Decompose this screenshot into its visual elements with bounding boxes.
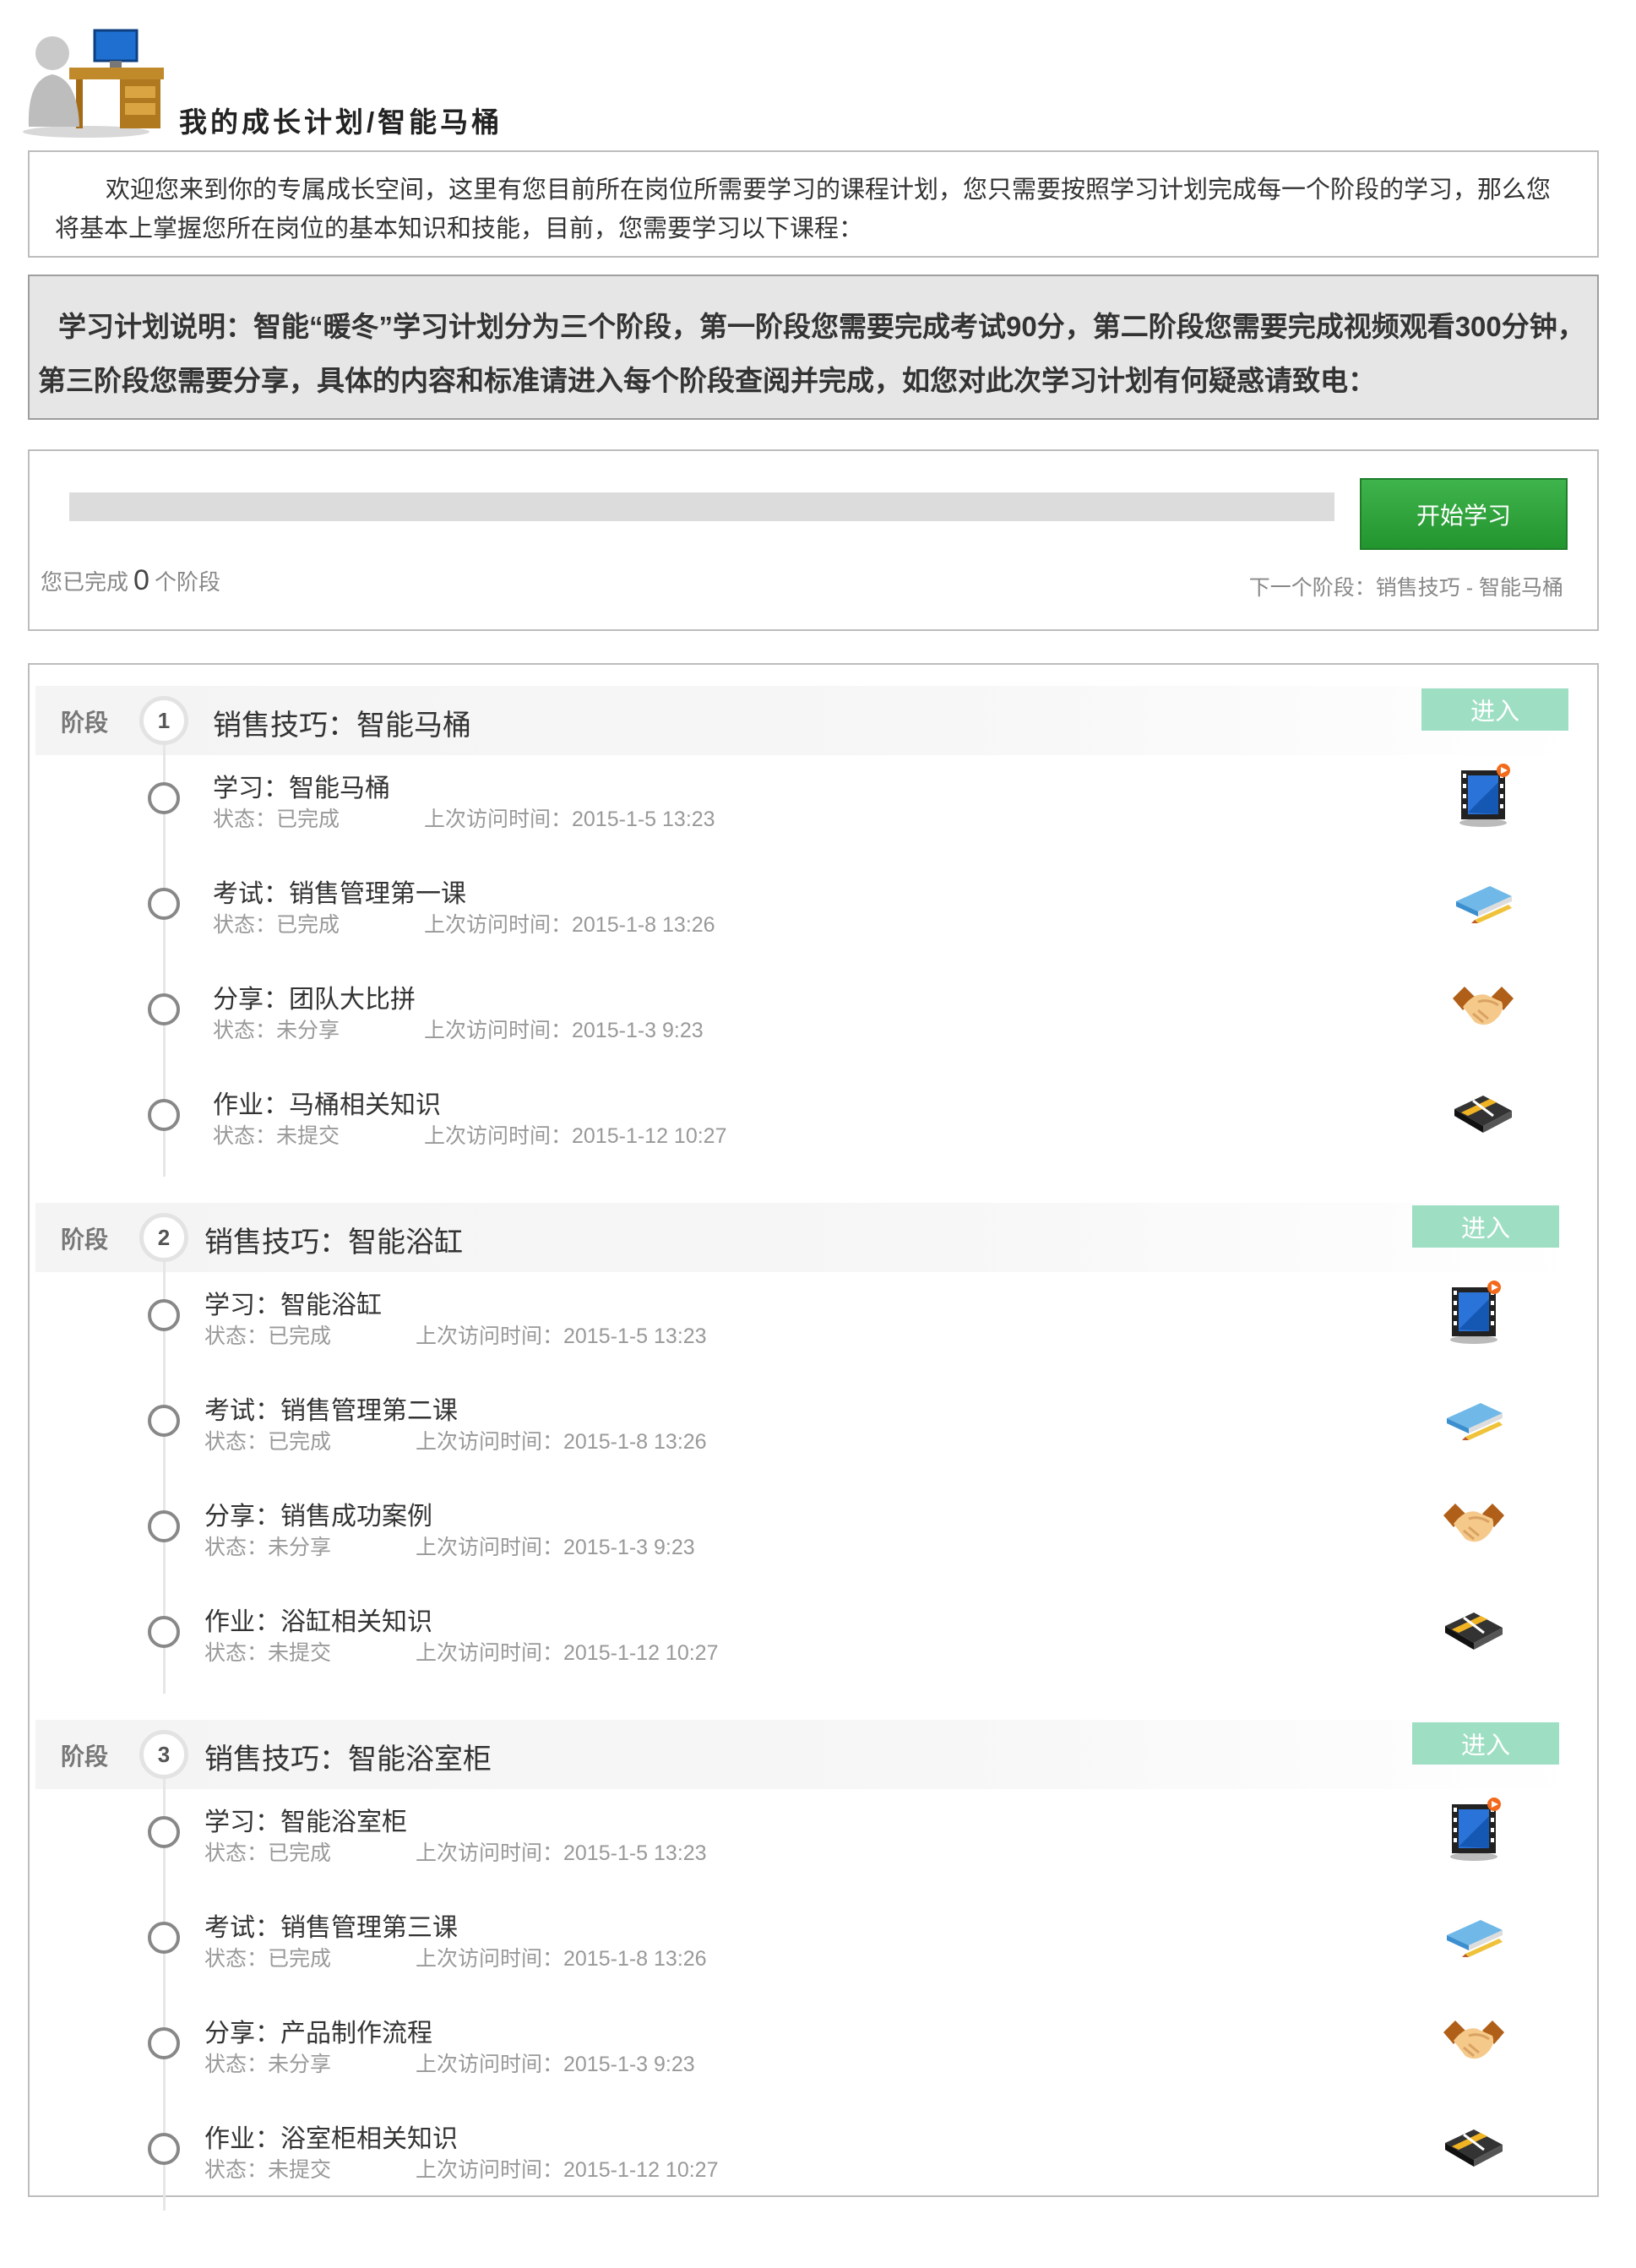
item-status: 状态：已完成	[204, 1430, 332, 1454]
item-status-dot	[148, 2027, 180, 2059]
item-title-link[interactable]: 分享：销售成功案例	[204, 1495, 432, 1532]
book-pencil-icon[interactable]	[1440, 1384, 1508, 1452]
item-status: 状态：未提交	[204, 2158, 332, 2182]
item-status-dot	[148, 888, 180, 920]
notebook-icon[interactable]	[1440, 1596, 1508, 1663]
book-pencil-icon[interactable]	[1440, 1901, 1508, 1969]
stage-label: 阶段	[61, 1743, 109, 1770]
item-status-dot	[148, 1405, 180, 1437]
book-pencil-icon[interactable]	[1449, 867, 1517, 935]
video-icon[interactable]	[1440, 1796, 1508, 1863]
item-status-dot	[148, 1099, 180, 1131]
item-status: 状态：未分享	[204, 1536, 332, 1559]
video-icon[interactable]	[1440, 1279, 1508, 1346]
stage-label: 阶段	[61, 710, 109, 736]
item-status-dot	[148, 782, 180, 814]
stage-enter-button[interactable]: 进入	[1412, 1205, 1559, 1248]
item-status-dot	[148, 2133, 180, 2165]
item-status: 状态：已完成	[204, 1841, 332, 1865]
item-status: 状态：未分享	[204, 2053, 332, 2076]
item-status-dot	[148, 1922, 180, 1954]
handshake-icon[interactable]	[1440, 1490, 1508, 1558]
item-last-visit: 上次访问时间：2015-1-3 9:23	[416, 1536, 695, 1559]
item-last-visit: 上次访问时间：2015-1-8 13:26	[424, 913, 715, 937]
item-last-visit: 上次访问时间：2015-1-3 9:23	[424, 1019, 704, 1042]
item-status: 状态：未提交	[213, 1124, 340, 1148]
page-title: 我的成长计划/智能马桶	[179, 106, 503, 138]
item-status: 状态：已完成	[204, 1947, 332, 1971]
stage-enter-button[interactable]: 进入	[1421, 688, 1568, 731]
item-title-link[interactable]: 作业：浴室柜相关知识	[204, 2118, 458, 2155]
item-status: 状态：已完成	[204, 1324, 332, 1348]
item-last-visit: 上次访问时间：2015-1-5 13:23	[416, 1841, 707, 1865]
completed-prefix: 您已完成	[41, 569, 129, 595]
item-last-visit: 上次访问时间：2015-1-12 10:27	[416, 2158, 719, 2182]
item-last-visit: 上次访问时间：2015-1-5 13:23	[416, 1324, 707, 1348]
item-title-link[interactable]: 考试：销售管理第三课	[204, 1906, 458, 1944]
completed-suffix: 个阶段	[154, 569, 220, 595]
item-title-link[interactable]: 作业：马桶相关知识	[213, 1084, 441, 1121]
item-title-link[interactable]: 分享：团队大比拼	[213, 978, 416, 1015]
item-title-link[interactable]: 学习：智能浴室柜	[204, 1801, 407, 1838]
item-status-dot	[148, 1299, 180, 1331]
stage-label: 阶段	[61, 1226, 109, 1253]
stage-number: 2	[139, 1213, 188, 1262]
completed-number: 0	[133, 564, 149, 596]
item-status-dot	[148, 1510, 180, 1542]
item-title-link[interactable]: 考试：销售管理第二课	[204, 1390, 458, 1427]
item-title-link[interactable]: 分享：产品制作流程	[204, 2012, 432, 2049]
item-status-dot	[148, 993, 180, 1025]
item-status-dot	[148, 1816, 180, 1848]
notebook-icon[interactable]	[1449, 1079, 1517, 1146]
item-title-link[interactable]: 作业：浴缸相关知识	[204, 1601, 432, 1638]
item-last-visit: 上次访问时间：2015-1-12 10:27	[424, 1124, 727, 1148]
stage-enter-button[interactable]: 进入	[1412, 1722, 1559, 1765]
stage-number: 3	[139, 1730, 188, 1779]
item-title-link[interactable]: 学习：智能浴缸	[204, 1284, 382, 1321]
start-learning-button[interactable]: 开始学习	[1360, 478, 1568, 550]
stage-title: 销售技巧：智能浴室柜	[204, 1743, 492, 1776]
stage-number: 1	[139, 696, 188, 745]
item-title-link[interactable]: 学习：智能马桶	[213, 767, 390, 804]
item-last-visit: 上次访问时间：2015-1-5 13:23	[424, 808, 715, 831]
item-title-link[interactable]: 考试：销售管理第一课	[213, 873, 466, 910]
item-status: 状态：已完成	[213, 913, 340, 937]
logo-icon	[19, 24, 166, 138]
notebook-icon[interactable]	[1440, 2113, 1508, 2180]
item-last-visit: 上次访问时间：2015-1-8 13:26	[416, 1947, 707, 1971]
video-icon[interactable]	[1449, 762, 1517, 829]
item-status-dot	[148, 1616, 180, 1648]
completed-count: 您已完成 0 个阶段	[41, 564, 220, 597]
progress-bar	[69, 492, 1334, 521]
item-last-visit: 上次访问时间：2015-1-8 13:26	[416, 1430, 707, 1454]
item-status: 状态：未分享	[213, 1019, 340, 1042]
plan-note: 学习计划说明：智能“暖冬”学习计划分为三个阶段，第一阶段您需要完成考试90分，第…	[28, 275, 1599, 420]
next-stage-text: 下一个阶段：销售技巧 - 智能马桶	[1248, 576, 1563, 600]
stage-title: 销售技巧：智能马桶	[213, 710, 471, 742]
item-status: 状态：已完成	[213, 808, 340, 831]
item-status: 状态：未提交	[204, 1641, 332, 1665]
handshake-icon[interactable]	[1440, 2007, 1508, 2075]
item-last-visit: 上次访问时间：2015-1-12 10:27	[416, 1641, 719, 1665]
item-last-visit: 上次访问时间：2015-1-3 9:23	[416, 2053, 695, 2076]
intro-text: 欢迎您来到你的专属成长空间，这里有您目前所在岗位所需要学习的课程计划，您只需要按…	[28, 150, 1599, 258]
stage-title: 销售技巧：智能浴缸	[204, 1226, 463, 1259]
handshake-icon[interactable]	[1449, 973, 1517, 1041]
